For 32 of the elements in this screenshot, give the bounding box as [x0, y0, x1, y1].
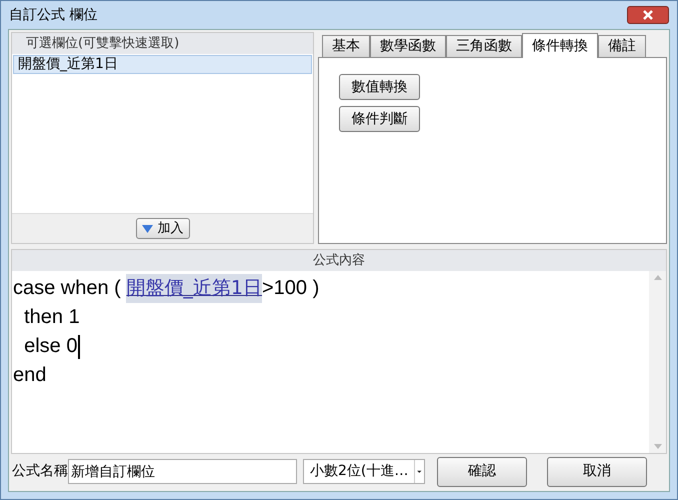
- tab[interactable]: 三角函數: [446, 35, 522, 57]
- scrollbar[interactable]: [649, 271, 666, 453]
- code-text: then 1: [23, 305, 80, 330]
- function-button[interactable]: 數值轉換: [339, 74, 420, 100]
- tab[interactable]: 備註: [598, 35, 646, 57]
- field-token[interactable]: 開盤價_近第1日: [126, 274, 262, 303]
- code-text: end: [13, 363, 46, 388]
- code-text: >100 ): [262, 276, 320, 301]
- scroll-down-icon[interactable]: [654, 444, 662, 449]
- function-button[interactable]: 條件判斷: [339, 106, 420, 132]
- close-button[interactable]: [627, 6, 669, 24]
- name-input[interactable]: 新增自訂欄位: [68, 459, 297, 484]
- code-text: case when (: [13, 276, 122, 301]
- code-text: else 0: [23, 334, 78, 359]
- tab[interactable]: 條件轉換: [522, 33, 598, 58]
- scroll-up-icon[interactable]: [654, 275, 662, 280]
- down-arrow-icon: [142, 224, 152, 232]
- formula-editor[interactable]: case when ( 開盤價_近第1日>100 ) then 1 else 0 end: [12, 271, 649, 453]
- add-button[interactable]: 加入: [136, 218, 190, 239]
- field-label: 公式名稱: [11, 462, 68, 481]
- tab[interactable]: 基本: [322, 35, 370, 57]
- tab[interactable]: 數學函數: [370, 35, 446, 57]
- dropdown-caret-icon: [414, 460, 424, 483]
- list-item[interactable]: 開盤價_近第1日: [13, 55, 312, 74]
- panel-header: 公式內容: [12, 250, 666, 271]
- confirm-button[interactable]: 確認: [437, 456, 527, 486]
- window-title: 自訂公式 欄位: [9, 6, 98, 24]
- text-cursor: [78, 334, 80, 358]
- close-icon: [642, 10, 654, 20]
- format-dropdown[interactable]: 小數2位(十進…: [303, 459, 425, 484]
- cancel-button[interactable]: 取消: [547, 456, 647, 486]
- panel-header: 可選欄位(可雙擊快速選取): [12, 33, 313, 54]
